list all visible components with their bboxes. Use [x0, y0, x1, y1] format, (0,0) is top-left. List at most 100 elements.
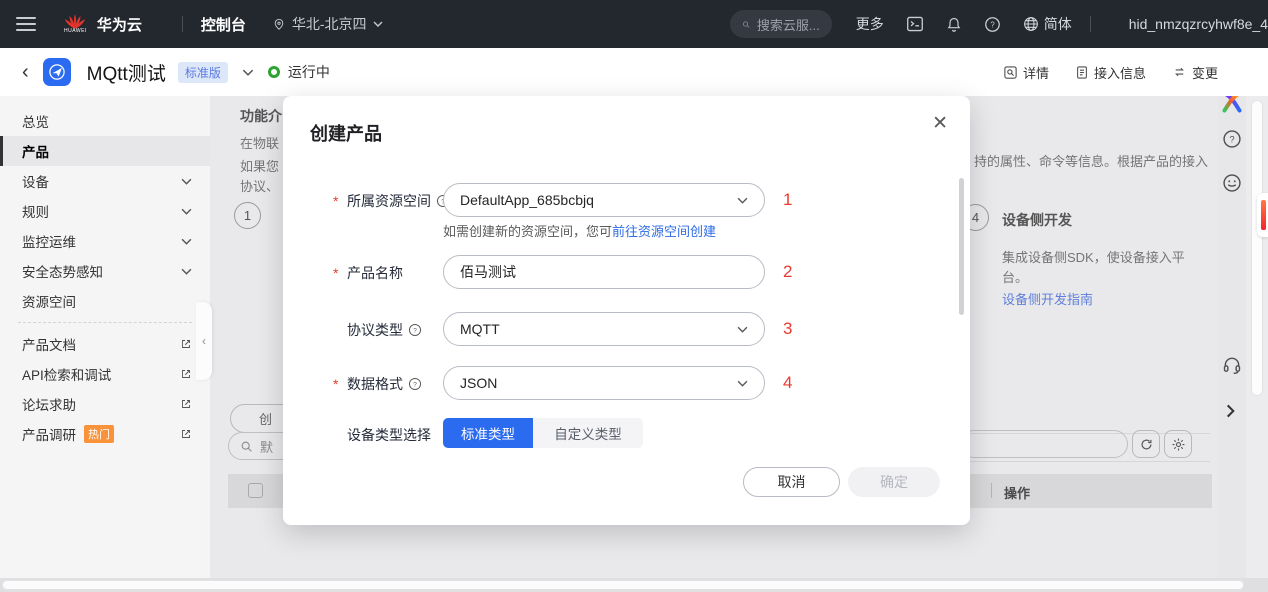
console-link[interactable]: 控制台 — [201, 14, 246, 35]
device-type-custom-button[interactable]: 自定义类型 — [533, 418, 643, 448]
cli-terminal-button[interactable] — [906, 16, 924, 32]
chevron-down-icon — [373, 21, 383, 27]
support-headset-button[interactable] — [1222, 355, 1242, 375]
intro-text-line: 在物联 — [240, 133, 279, 152]
confirm-button[interactable]: 确定 — [848, 467, 940, 497]
notifications-button[interactable] — [946, 16, 962, 33]
headset-icon — [1222, 355, 1242, 375]
cancel-button[interactable]: 取消 — [743, 467, 840, 497]
device-dev-guide-link[interactable]: 设备侧开发指南 — [1002, 289, 1093, 308]
protocol-label: 协议类型 ? — [333, 320, 422, 340]
search-text-fragment: 默 — [260, 437, 273, 456]
refresh-button[interactable] — [1132, 430, 1160, 458]
create-resource-space-link[interactable]: 前往资源空间创建 — [612, 224, 716, 239]
chevron-down-icon — [737, 326, 748, 333]
huawei-logo[interactable]: HUAWEI — [64, 14, 87, 34]
search-placeholder: 搜索云服... — [757, 15, 820, 34]
data-format-select[interactable]: JSON — [443, 366, 765, 400]
device-type-toggle: 标准类型 自定义类型 — [443, 418, 643, 448]
sidebar-item-forum[interactable]: 论坛求助 — [0, 389, 210, 419]
sidebar-item-products[interactable]: 产品 — [0, 136, 210, 166]
more-menu[interactable]: 更多 — [856, 14, 884, 34]
device-type-standard-button[interactable]: 标准类型 — [443, 418, 533, 448]
sidebar-collapse-handle[interactable] — [196, 302, 212, 380]
instance-switcher[interactable] — [242, 69, 254, 76]
table-settings-button[interactable] — [1164, 430, 1192, 458]
cloud-search-input[interactable]: 搜索云服... — [730, 10, 832, 38]
sidebar-item-security[interactable]: 安全态势感知 — [0, 256, 210, 286]
horizontal-scrollbar-track[interactable] — [0, 578, 1268, 592]
rocket-plane-icon — [47, 62, 67, 82]
feedback-smiley-button[interactable] — [1222, 173, 1242, 193]
dialog-scrollbar-thumb[interactable] — [959, 178, 964, 315]
resource-space-label: 所属资源空间 ? — [333, 191, 450, 211]
required-asterisk — [333, 193, 342, 209]
refresh-icon — [1139, 437, 1154, 452]
sidebar-item-docs[interactable]: 产品文档 — [0, 329, 210, 359]
panel-divider-line — [970, 461, 1210, 462]
sidebar-item-label: API检索和调试 — [22, 364, 180, 384]
region-selector[interactable]: 华北-北京四 — [272, 14, 383, 34]
floating-widget-sliver[interactable] — [1257, 193, 1268, 237]
status-running-dot — [268, 66, 280, 78]
sidebar-item-label: 产品调研 — [22, 424, 76, 444]
resource-space-helper: 如需创建新的资源空间，您可前往资源空间创建 — [443, 221, 716, 240]
language-selector[interactable]: 简体 — [1023, 14, 1072, 34]
chevron-down-icon — [737, 380, 748, 387]
sidebar-item-survey[interactable]: 产品调研 热门 — [0, 419, 210, 449]
product-name-label: 产品名称 — [333, 263, 403, 283]
sidebar-item-overview[interactable]: 总览 — [0, 106, 210, 136]
sidebar-item-api-explorer[interactable]: API检索和调试 — [0, 359, 210, 389]
chevron-down-icon — [181, 208, 192, 215]
details-button[interactable]: 详情 — [1003, 63, 1049, 82]
edition-badge: 标准版 — [178, 62, 228, 83]
topbar-right: 搜索云服... 更多 ? — [730, 10, 1268, 38]
brand-name[interactable]: 华为云 — [97, 14, 142, 35]
access-info-label: 接入信息 — [1094, 63, 1146, 82]
field-help-icon[interactable]: ? — [408, 323, 422, 337]
sidebar-item-resource-spaces[interactable]: 资源空间 — [0, 286, 210, 316]
change-label: 变更 — [1192, 63, 1218, 82]
product-name-input[interactable]: 佰马测试 — [443, 255, 765, 289]
vertical-scrollbar-track[interactable] — [1246, 96, 1268, 578]
back-button[interactable] — [22, 62, 29, 82]
hot-badge: 热门 — [84, 425, 114, 443]
smiley-icon — [1222, 173, 1242, 193]
topbar-divider — [1090, 16, 1091, 32]
horizontal-scrollbar-thumb[interactable] — [2, 580, 1244, 590]
access-info-button[interactable]: 接入信息 — [1075, 63, 1146, 82]
svg-text:?: ? — [990, 20, 995, 29]
chevron-down-icon — [181, 178, 192, 185]
sidebar-item-label: 资源空间 — [22, 291, 192, 311]
column-divider — [991, 483, 992, 498]
select-all-checkbox[interactable] — [248, 483, 263, 498]
filter-input-tail[interactable] — [960, 430, 1128, 458]
sidebar-divider — [18, 322, 192, 323]
protocol-select[interactable]: MQTT — [443, 312, 765, 346]
sidebar-item-om[interactable]: 监控运维 — [0, 226, 210, 256]
chevron-down-icon — [181, 268, 192, 275]
hamburger-menu-icon[interactable] — [16, 17, 36, 31]
sidebar-item-label: 总览 — [22, 111, 192, 131]
rail-help-button[interactable]: ? — [1222, 129, 1242, 149]
sidebar-item-label: 规则 — [22, 201, 181, 221]
step4-desc-line: 集成设备侧SDK，使设备接入平 — [1002, 247, 1185, 266]
rail-expand-button[interactable] — [1226, 404, 1235, 418]
terminal-icon — [906, 16, 924, 32]
change-button[interactable]: 变更 — [1172, 63, 1218, 82]
external-link-icon — [180, 428, 192, 440]
intro-text-line: 如果您 — [240, 156, 279, 175]
chevron-down-icon — [737, 197, 748, 204]
help-button[interactable]: ? — [984, 16, 1001, 33]
step-circle-1: 1 — [234, 202, 261, 229]
huawei-cloud-console: HUAWEI 华为云 控制台 华北-北京四 搜索云服... 更多 — [0, 0, 1268, 592]
huawei-logo-text: HUAWEI — [64, 28, 87, 34]
vertical-scrollbar-thumb[interactable] — [1251, 100, 1263, 396]
close-icon[interactable] — [932, 114, 948, 133]
account-id[interactable]: hid_nmzqzrcyhwf8e_4 — [1129, 16, 1268, 32]
sidebar-item-rules[interactable]: 规则 — [0, 196, 210, 226]
field-help-icon[interactable]: ? — [408, 377, 422, 391]
resource-space-select[interactable]: DefaultApp_685bcbjq — [443, 183, 765, 217]
sidebar-item-devices[interactable]: 设备 — [0, 166, 210, 196]
iot-app-icon — [43, 58, 71, 86]
